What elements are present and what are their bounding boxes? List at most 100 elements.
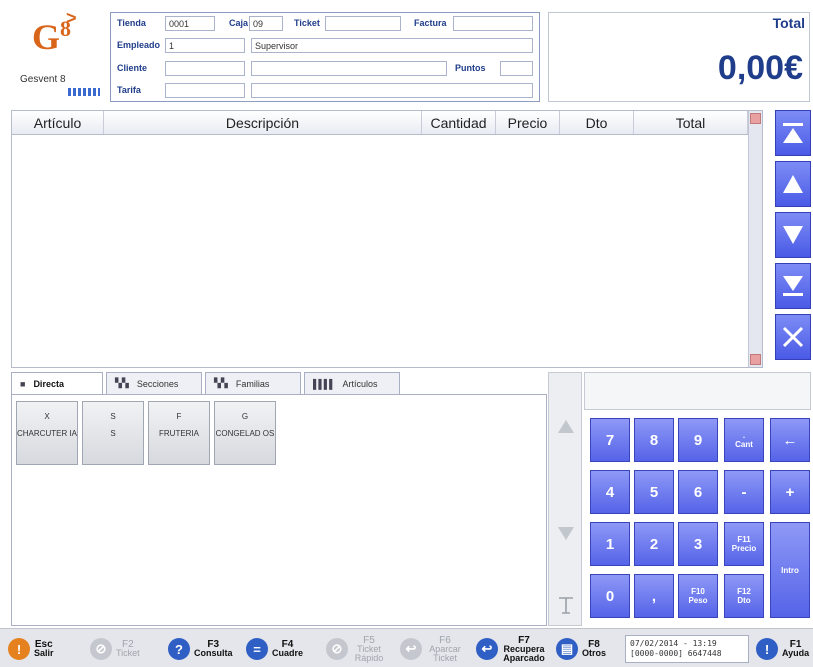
f1-ayuda-button[interactable]: ! F1 Ayuda [756,633,809,665]
key-f12-dto[interactable]: F12 Dto [724,574,764,618]
category-name: FRUTERIA [159,429,199,438]
empleado-label: Empleado [117,40,161,50]
status-datetime: 07/02/2014 - 13:19 [0000-0000] 6647448 [625,635,749,663]
key-2[interactable]: 2 [634,522,674,566]
category-code: F [176,412,182,421]
fkey-label: Consulta [194,648,233,658]
category-name: S [110,429,116,438]
key-plus[interactable]: + [770,470,810,514]
key-1[interactable]: 1 [590,522,630,566]
key-f10-peso[interactable]: F10 Peso [678,574,718,618]
puntos-field[interactable] [500,61,533,76]
key-f11-precio[interactable]: F11 Precio [724,522,764,566]
fkey-text: F4 Cuadre [272,640,303,658]
col-cantidad[interactable]: Cantidad [422,111,496,134]
product-name: Gesvent 8 [20,74,66,85]
f12-key: F12 [737,587,751,596]
factura-label: Factura [414,18,447,28]
category-button-charcuteria[interactable]: X CHARCUTER IA [16,401,78,465]
tab-familias[interactable]: ▚▚ Familias [205,372,301,394]
f12-label: Dto [737,596,751,605]
scroll-down-button[interactable] [775,212,811,258]
key-intro[interactable]: Intro [770,522,810,618]
fkey-label: Recupera Aparcado [503,643,545,663]
f2-ticket-button[interactable]: ⊘ F2 Ticket [90,633,140,665]
factura-field[interactable] [453,16,533,31]
families-icon: ▚▚ [214,378,228,388]
key-8[interactable]: 8 [634,418,674,462]
key-5[interactable]: 5 [634,470,674,514]
key-comma[interactable]: , [634,574,674,618]
barcode-icon: ▌▌▌▌ [313,378,335,389]
col-dto[interactable]: Dto [560,111,634,134]
empleado-name-field[interactable]: Supervisor [251,38,533,53]
total-panel: Total 0,00€ [548,12,810,102]
tab-articulos[interactable]: ▌▌▌▌ Artículos [304,372,400,394]
ticket-lines-grid[interactable]: Artículo Descripción Cantidad Precio Dto… [11,110,763,368]
col-articulo[interactable]: Artículo [12,111,104,134]
key-6[interactable]: 6 [678,470,718,514]
key-7[interactable]: 7 [590,418,630,462]
grid-scrollbar[interactable] [748,111,762,367]
last-icon [783,276,803,296]
caja-label: Caja [229,18,249,28]
category-button-s[interactable]: S S [82,401,144,465]
f10-key: F10 [691,587,705,596]
key-0[interactable]: 0 [590,574,630,618]
category-button-fruteria[interactable]: F FRUTERIA [148,401,210,465]
col-descripcion[interactable]: Descripción [104,111,422,134]
key-backspace[interactable]: ← [770,418,810,462]
category-tabs: ■ Directa ▚▚ Secciones ▚▚ Familias ▌▌▌▌ … [11,372,403,394]
esc-salir-button[interactable]: ! Esc Salir [8,633,54,665]
scroll-up-button[interactable] [775,161,811,207]
tarifa-name-field[interactable] [251,83,533,98]
scroll-last-button[interactable] [775,263,811,309]
scroll-down-arrow-icon[interactable] [750,354,761,365]
tarifa-id-field[interactable] [165,83,245,98]
key-4[interactable]: 4 [590,470,630,514]
ticket-field[interactable] [325,16,401,31]
f8-otros-button[interactable]: ▤ F8 Otros [556,633,606,665]
fkey-text: F2 Ticket [116,640,140,658]
f4-cuadre-button[interactable]: = F4 Cuadre [246,633,303,665]
category-button-congelados[interactable]: G CONGELAD OS [214,401,276,465]
f3-consulta-button[interactable]: ? F3 Consulta [168,633,233,665]
col-total[interactable]: Total [634,111,748,134]
cant-dot: . [742,431,746,440]
key-9[interactable]: 9 [678,418,718,462]
tab-label: Directa [33,378,64,389]
fkey-label: Ticket Rápido [354,643,384,663]
tab-secciones[interactable]: ▚▚ Secciones [106,372,202,394]
fkey-text: Esc Salir [34,640,54,658]
cliente-id-field[interactable] [165,61,245,76]
first-icon [783,123,803,143]
f6-aparcar-ticket-button[interactable]: ↩ F6 Aparcar Ticket [400,633,464,665]
cliente-name-field[interactable] [251,61,447,76]
numeric-keypad: 7 8 9 . Cant ← 4 5 6 - + 1 2 3 F11 Preci… [584,412,811,626]
f5-ticket-rapido-button[interactable]: ⊘ F5 Ticket Rápido [326,633,386,665]
f11-key: F11 [737,535,751,544]
delete-line-button[interactable] [775,314,811,360]
fkey-label: Cuadre [272,648,304,658]
empleado-id-field[interactable]: 1 [165,38,245,53]
scroll-first-button[interactable] [775,110,811,156]
text-mode-icon[interactable] [556,595,576,615]
intro-label: Intro [781,565,799,575]
category-up-icon[interactable] [556,417,576,437]
caja-field[interactable]: 09 [249,16,283,31]
tab-directa[interactable]: ■ Directa [11,372,103,394]
key-minus[interactable]: - [724,470,764,514]
tienda-field[interactable]: 0001 [165,16,215,31]
f7-recupera-aparcado-button[interactable]: ↩ F7 Recupera Aparcado [476,633,546,665]
logo-number: 8 [60,16,72,41]
key-3[interactable]: 3 [678,522,718,566]
category-down-icon[interactable] [556,523,576,543]
scroll-up-arrow-icon[interactable] [750,113,761,124]
exit-icon: ! [8,638,30,660]
logo-letter: G [32,17,61,57]
category-name: CHARCUTER IA [17,429,78,438]
key-cant[interactable]: . Cant [724,418,764,462]
down-icon [783,226,803,244]
puntos-label: Puntos [455,63,486,73]
col-precio[interactable]: Precio [496,111,560,134]
